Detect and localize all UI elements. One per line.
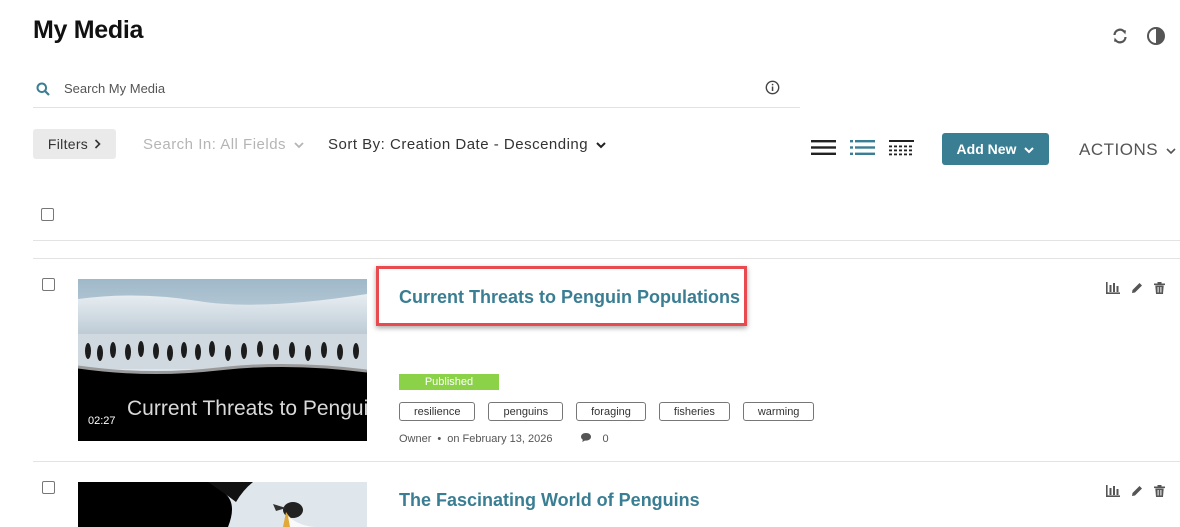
edit-icon[interactable] [1131, 485, 1143, 497]
select-all-checkbox[interactable] [41, 208, 54, 221]
search-icon [36, 82, 58, 96]
entry-meta: Owner • on February 13, 2026 0 [399, 432, 609, 446]
search-in-label: Search In: All Fields [143, 136, 287, 153]
collapsed-view-icon[interactable] [889, 139, 914, 156]
actions-dropdown[interactable]: ACTIONS [1079, 140, 1176, 160]
comment-count: 0 [602, 433, 609, 445]
page-title: My Media [33, 16, 144, 44]
contrast-icon[interactable] [1146, 26, 1166, 46]
tag[interactable]: foraging [576, 402, 646, 421]
refresh-icon[interactable] [1110, 26, 1130, 46]
separator-dot: • [437, 433, 442, 445]
filters-button[interactable]: Filters [33, 129, 116, 159]
owner-label: Owner [399, 433, 432, 445]
chevron-right-icon [94, 136, 101, 152]
edit-icon[interactable] [1131, 282, 1143, 294]
thumbnail-caption: Current Threats to Penguin Populations [127, 397, 367, 420]
tag[interactable]: resilience [399, 402, 476, 421]
delete-icon[interactable] [1154, 485, 1165, 497]
sort-by-label: Sort By: Creation Date - Descending [328, 136, 589, 153]
tag[interactable]: warming [742, 402, 815, 421]
comment-icon [580, 432, 592, 446]
info-icon[interactable] [765, 80, 780, 95]
thumbnail-image [78, 482, 367, 527]
add-new-label: Add New [956, 141, 1017, 157]
divider [33, 258, 1180, 259]
search-in-dropdown[interactable]: Search In: All Fields [143, 136, 304, 153]
divider [33, 240, 1180, 241]
tag[interactable]: fisheries [658, 402, 730, 421]
media-entry: Current Threats to Penguin Populations 0… [33, 262, 1180, 461]
toolbar: Filters Search In: All Fields Sort By: C… [33, 129, 1180, 165]
chevron-down-icon [1024, 141, 1035, 157]
add-new-button[interactable]: Add New [942, 133, 1049, 165]
detailed-view-icon[interactable] [850, 139, 875, 156]
entry-checkbox[interactable] [42, 278, 55, 291]
list-view-icon[interactable] [811, 139, 836, 156]
top-icons [1110, 26, 1166, 46]
chevron-down-icon [294, 136, 304, 153]
entry-checkbox[interactable] [42, 481, 55, 494]
entry-title-link[interactable]: Current Threats to Penguin Populations [399, 287, 740, 308]
status-badge: Published [399, 374, 499, 390]
analytics-icon[interactable] [1106, 282, 1120, 294]
comments: 0 [580, 432, 609, 446]
entry-thumbnail[interactable] [78, 482, 367, 527]
sort-by-dropdown[interactable]: Sort By: Creation Date - Descending [328, 136, 606, 153]
filters-label: Filters [47, 136, 89, 152]
entry-thumbnail[interactable]: Current Threats to Penguin Populations 0… [78, 279, 367, 441]
media-entry: The Fascinating World of Penguins [33, 465, 1180, 527]
divider [33, 461, 1180, 462]
analytics-icon[interactable] [1106, 485, 1120, 497]
tag[interactable]: penguins [488, 402, 564, 421]
chevron-down-icon [1166, 140, 1176, 160]
row-actions [1106, 282, 1165, 294]
entry-title-link[interactable]: The Fascinating World of Penguins [399, 490, 700, 511]
date-label: on February 13, 2026 [447, 433, 553, 445]
view-toggle [811, 139, 914, 156]
search-input[interactable] [64, 81, 744, 96]
actions-label: ACTIONS [1079, 140, 1159, 159]
duration-label: 02:27 [88, 415, 116, 427]
tag-list: resilience penguins foraging fisheries w… [399, 402, 815, 421]
search-bar [33, 70, 800, 108]
row-actions [1106, 485, 1165, 497]
delete-icon[interactable] [1154, 282, 1165, 294]
chevron-down-icon [596, 136, 606, 153]
